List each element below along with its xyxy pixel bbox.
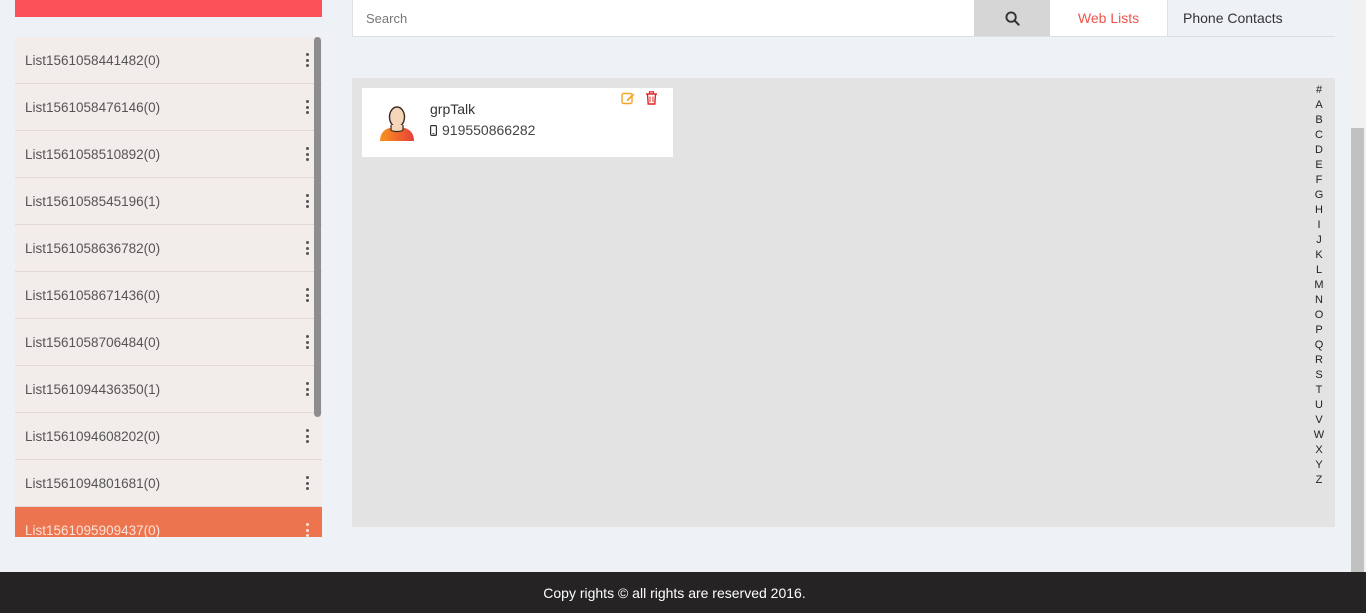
contact-card[interactable]: grpTalk 919550866282 xyxy=(362,88,673,157)
mobile-icon xyxy=(430,124,437,136)
sidebar-list: List1561058441482(0) List1561058476146(0)… xyxy=(15,37,322,537)
tab-web-lists[interactable]: Web Lists xyxy=(1050,0,1168,36)
alphabet-letter[interactable]: X xyxy=(1315,443,1322,458)
alphabet-letter[interactable]: C xyxy=(1315,128,1323,143)
more-options-icon[interactable] xyxy=(302,476,312,490)
sidebar-list-item-label: List1561058476146(0) xyxy=(25,99,161,115)
alphabet-letter[interactable]: Z xyxy=(1316,473,1323,488)
sidebar-list-item-label: List1561094608202(0) xyxy=(25,428,161,444)
search-button[interactable] xyxy=(974,0,1050,36)
person-icon xyxy=(380,106,414,141)
footer-copyright: Copy rights © all rights are reserved 20… xyxy=(543,584,806,601)
contact-phone-number: 919550866282 xyxy=(442,122,536,138)
more-options-icon[interactable] xyxy=(302,100,312,114)
footer: Copy rights © all rights are reserved 20… xyxy=(0,572,1366,613)
alphabet-letter[interactable]: O xyxy=(1315,308,1324,323)
more-options-icon[interactable] xyxy=(302,53,312,67)
alphabet-letter[interactable]: H xyxy=(1315,203,1323,218)
page: List1561058441482(0) List1561058476146(0)… xyxy=(0,0,1366,613)
search-bar: Web Lists Phone Contacts xyxy=(352,0,1335,37)
alphabet-letter[interactable]: # xyxy=(1316,83,1322,98)
sidebar-list-item[interactable]: List1561058476146(0) xyxy=(15,84,322,131)
alphabet-index: # A B C D E F G H I J K L M N O P Q R S T U V W X Y Z xyxy=(1312,83,1326,488)
sidebar-list-item[interactable]: List1561094608202(0) xyxy=(15,413,322,460)
alphabet-letter[interactable]: Q xyxy=(1315,338,1324,353)
sidebar-list-item-label: List1561094436350(1) xyxy=(25,381,161,397)
sidebar-list-item-label: List1561058510892(0) xyxy=(25,146,161,162)
sidebar-list-item-label: List1561094801681(0) xyxy=(25,475,161,491)
sidebar-list-item-label: List1561058545196(1) xyxy=(25,193,161,209)
sidebar-scrollbar[interactable] xyxy=(314,37,321,417)
sidebar-list-item-label: List1561058671436(0) xyxy=(25,287,161,303)
sidebar-list-item[interactable]: List1561095909437(0) xyxy=(15,507,322,537)
alphabet-letter[interactable]: Y xyxy=(1315,458,1322,473)
alphabet-letter[interactable]: A xyxy=(1315,98,1322,113)
alphabet-letter[interactable]: E xyxy=(1315,158,1322,173)
more-options-icon[interactable] xyxy=(302,335,312,349)
more-options-icon[interactable] xyxy=(302,382,312,396)
sidebar-header-bar[interactable] xyxy=(15,0,322,17)
edit-icon[interactable] xyxy=(621,91,635,105)
sidebar-list-item[interactable]: List1561058706484(0) xyxy=(15,319,322,366)
sidebar-list-item[interactable]: List1561094436350(1) xyxy=(15,366,322,413)
sidebar-list-item-label: List1561095909437(0) xyxy=(25,522,161,538)
more-options-icon[interactable] xyxy=(302,194,312,208)
search-icon xyxy=(1004,10,1020,26)
more-options-icon[interactable] xyxy=(302,429,312,443)
alphabet-letter[interactable]: B xyxy=(1315,113,1322,128)
alphabet-letter[interactable]: R xyxy=(1315,353,1323,368)
sidebar-list-item-label: List1561058706484(0) xyxy=(25,334,161,350)
more-options-icon[interactable] xyxy=(302,523,312,537)
sidebar-list-item[interactable]: List1561058441482(0) xyxy=(15,37,322,84)
sidebar-list-item[interactable]: List1561058510892(0) xyxy=(15,131,322,178)
alphabet-letter[interactable]: D xyxy=(1315,143,1323,158)
sidebar-list-item[interactable]: List1561058545196(1) xyxy=(15,178,322,225)
sidebar-list-item-label: List1561058441482(0) xyxy=(25,52,161,68)
trash-icon[interactable] xyxy=(645,91,658,105)
contacts-panel: grpTalk 919550866282 xyxy=(352,78,1335,527)
more-options-icon[interactable] xyxy=(302,147,312,161)
alphabet-letter[interactable]: U xyxy=(1315,398,1323,413)
alphabet-letter[interactable]: T xyxy=(1316,383,1323,398)
contact-phone: 919550866282 xyxy=(430,122,535,138)
sidebar-list-item[interactable]: List1561058671436(0) xyxy=(15,272,322,319)
alphabet-letter[interactable]: K xyxy=(1315,248,1322,263)
sidebar-list-item[interactable]: List1561094801681(0) xyxy=(15,460,322,507)
alphabet-letter[interactable]: M xyxy=(1314,278,1323,293)
contact-name: grpTalk xyxy=(430,101,476,117)
alphabet-letter[interactable]: V xyxy=(1315,413,1322,428)
more-options-icon[interactable] xyxy=(302,288,312,302)
page-scrollbar-thumb[interactable] xyxy=(1351,128,1364,572)
alphabet-letter[interactable]: S xyxy=(1315,368,1322,383)
more-options-icon[interactable] xyxy=(302,241,312,255)
alphabet-letter[interactable]: J xyxy=(1316,233,1322,248)
alphabet-letter[interactable]: F xyxy=(1316,173,1323,188)
tab-phone-contacts[interactable]: Phone Contacts xyxy=(1168,0,1335,36)
sidebar-list-item[interactable]: List1561058636782(0) xyxy=(15,225,322,272)
alphabet-letter[interactable]: G xyxy=(1315,188,1324,203)
alphabet-letter[interactable]: W xyxy=(1314,428,1324,443)
search-input[interactable] xyxy=(353,0,974,36)
alphabet-letter[interactable]: I xyxy=(1317,218,1320,233)
alphabet-letter[interactable]: L xyxy=(1316,263,1322,278)
alphabet-letter[interactable]: P xyxy=(1315,323,1322,338)
alphabet-letter[interactable]: N xyxy=(1315,293,1323,308)
sidebar-list-item-label: List1561058636782(0) xyxy=(25,240,161,256)
